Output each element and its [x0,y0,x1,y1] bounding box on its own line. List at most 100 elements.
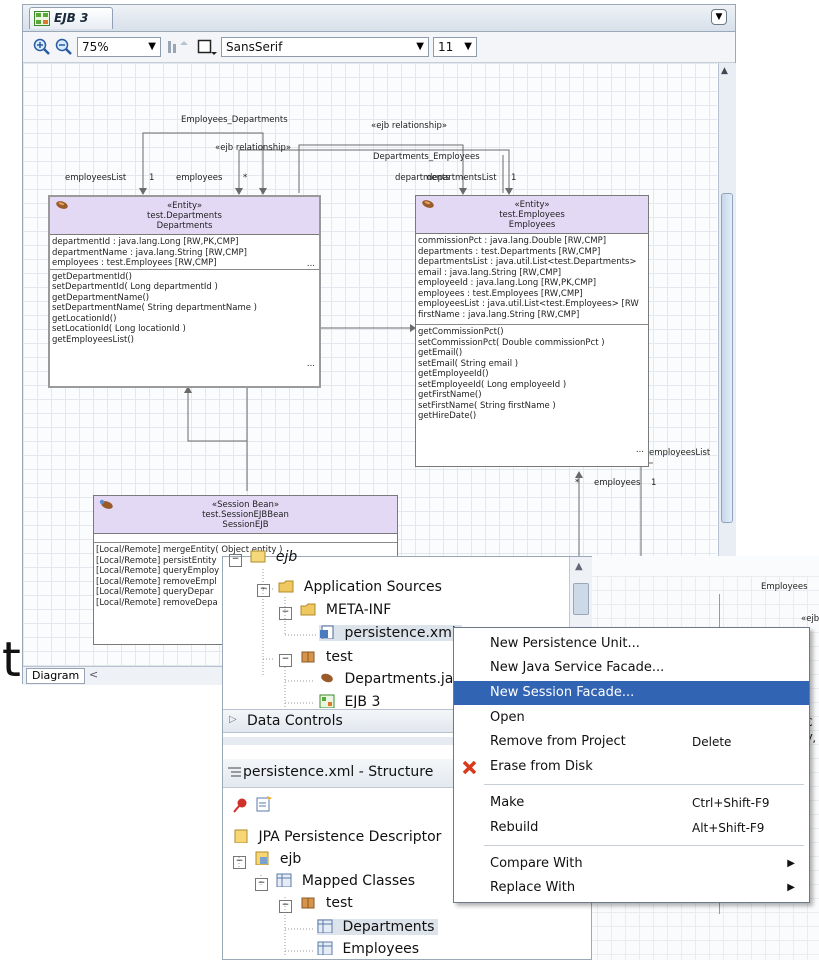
scroll-thumb[interactable] [721,193,733,523]
tree-item-departments-java[interactable]: Departments.java [319,671,470,687]
label-mult-1-right: 1 [511,173,517,183]
scroll-up-icon[interactable]: ▲ [575,561,583,572]
zoom-in-icon[interactable] [33,38,51,56]
tree-item-meta-inf[interactable]: − META-INF [279,602,391,620]
session-bean-icon [99,499,113,509]
descriptor-icon [234,829,248,843]
employees-attributes: commissionPct : java.lang.Double [RW,CMP… [418,236,639,320]
tree-item-mapped-classes[interactable]: − Mapped Classes [255,873,415,891]
menu-item-new-java-service-facade[interactable]: New Java Service Facade... [454,656,809,680]
collapse-icon[interactable]: − [229,554,242,567]
submenu-arrow-icon: ▶ [787,858,795,869]
label-mult-star: * [243,173,248,183]
font-size-select[interactable]: 11 ▼ [433,37,477,57]
departments-entity[interactable]: «Entity» test.Departments Departments de… [48,195,321,388]
collapse-icon[interactable]: − [257,584,270,597]
font-family-select[interactable]: SansSerif ▼ [221,37,429,57]
bean-icon [422,200,434,208]
diagram-icon [34,11,50,26]
tree-item-departments[interactable]: Departments [317,919,439,935]
erase-icon [462,760,477,775]
tree-item-persistence-xml[interactable]: persistence.xml [319,625,462,641]
tree-item-jpa-descriptor[interactable]: JPA Persistence Descriptor [233,829,441,845]
context-menu: New Persistence Unit... New Java Service… [453,627,810,903]
menu-item-make[interactable]: Make Ctrl+Shift-F9 [454,791,809,815]
tab-diagram[interactable]: Diagram [26,668,86,684]
new-structure-icon[interactable] [255,795,273,813]
label-employees-bottom: employees [594,478,641,488]
tree-item-test[interactable]: − test [279,649,353,667]
label-employees: employees [176,173,223,183]
folder-icon [300,603,316,616]
structure-icon [228,767,241,777]
tree-item-ejb3[interactable]: EJB 3 [319,694,380,708]
menu-item-erase-from-disk[interactable]: Erase from Disk [454,755,809,779]
table-icon [317,941,333,955]
menu-item-remove-from-project[interactable]: Remove from Project Delete [454,730,809,754]
menu-separator [484,784,804,785]
scroll-left-icon[interactable]: < [89,668,98,681]
tree-item-test-package[interactable]: − test [279,895,353,913]
tree-item-employees[interactable]: Employees [317,941,419,957]
project-icon [250,550,266,563]
navigator-scrollbar[interactable]: ▲ [569,557,592,627]
label-mult-1-bottom: 1 [651,478,657,488]
expand-icon[interactable]: ▷ [229,714,237,725]
employees-methods: getCommissionPct() setCommissionPct( Dou… [416,324,648,457]
tab-ejb3[interactable]: EJB 3 [29,7,113,29]
label-employees-departments: Employees_Departments [181,115,288,125]
scroll-thumb[interactable] [573,583,589,615]
label-departments-list: departmentsList [427,173,497,183]
departments-methods: getDepartmentId() setDepartmentId( Long … [50,268,319,371]
label-ejb-relationship-1: «ejb relationship» [371,121,448,131]
diagram-toolbar: 75% ▼ SansSerif ▼ 11 ▼ [23,32,735,63]
table-icon [276,873,292,887]
folder-icon [278,580,294,593]
tab-title: EJB 3 [54,11,89,25]
label-ejb-relationship-2: «ejb relationship» [215,143,292,153]
collapse-icon[interactable]: − [233,856,246,869]
background-label: Employees [761,582,808,592]
tree-item-ejb-unit[interactable]: − ejb [233,851,301,869]
tab-list-button[interactable]: ▼ [711,9,727,25]
menu-item-compare-with[interactable]: Compare With ▶ [454,852,809,876]
editor-tab-bar: EJB 3 ▼ [23,5,735,32]
shape-color-icon[interactable] [197,39,219,56]
tree-item-application-sources[interactable]: − Application Sources [257,579,442,597]
bean-icon [56,201,68,209]
menu-item-new-persistence-unit[interactable]: New Persistence Unit... [454,632,809,656]
menu-item-replace-with[interactable]: Replace With ▶ [454,876,809,900]
label-mult-1: 1 [149,173,155,183]
label-mult-star-bottom: * [575,478,580,488]
pin-icon[interactable] [233,797,249,813]
diagram-icon [319,694,335,708]
background-letter: t [2,632,21,688]
collapse-icon[interactable]: − [255,878,268,891]
departments-header: «Entity» test.Departments Departments [50,197,319,235]
submenu-arrow-icon: ▶ [787,882,795,893]
package-icon [301,897,315,909]
label-employees-list: employeesList [65,173,127,183]
employees-entity[interactable]: «Entity» test.Employees Employees commis… [415,195,649,467]
scroll-up-icon[interactable]: ▲ [721,66,728,76]
bean-icon [321,673,333,683]
collapse-icon[interactable]: − [279,607,292,620]
zoom-select[interactable]: 75% ▼ [77,37,161,57]
departments-attributes: departmentId : java.lang.Long [RW,PK,CMP… [52,237,315,269]
session-bean-header: «Session Bean» test.SessionEJBBean Sessi… [94,496,397,534]
menu-item-new-session-facade[interactable]: New Session Facade... [454,681,809,705]
zoom-out-icon[interactable] [55,38,73,56]
persistence-unit-icon [255,851,269,865]
menu-separator [484,845,804,846]
tree-item-ejb[interactable]: − ejb [229,549,297,567]
collapse-icon[interactable]: − [279,654,292,667]
menu-item-rebuild[interactable]: Rebuild Alt+Shift-F9 [454,816,809,840]
collapse-icon[interactable]: − [279,900,292,913]
menu-item-open[interactable]: Open [454,706,809,730]
employees-header: «Entity» test.Employees Employees [416,196,648,234]
label-employees-list-far: employeesList [649,448,711,458]
align-icon[interactable] [167,39,189,55]
label-departments-employees: Departments_Employees [373,152,480,162]
xml-file-icon [320,625,334,639]
table-icon [317,919,333,933]
